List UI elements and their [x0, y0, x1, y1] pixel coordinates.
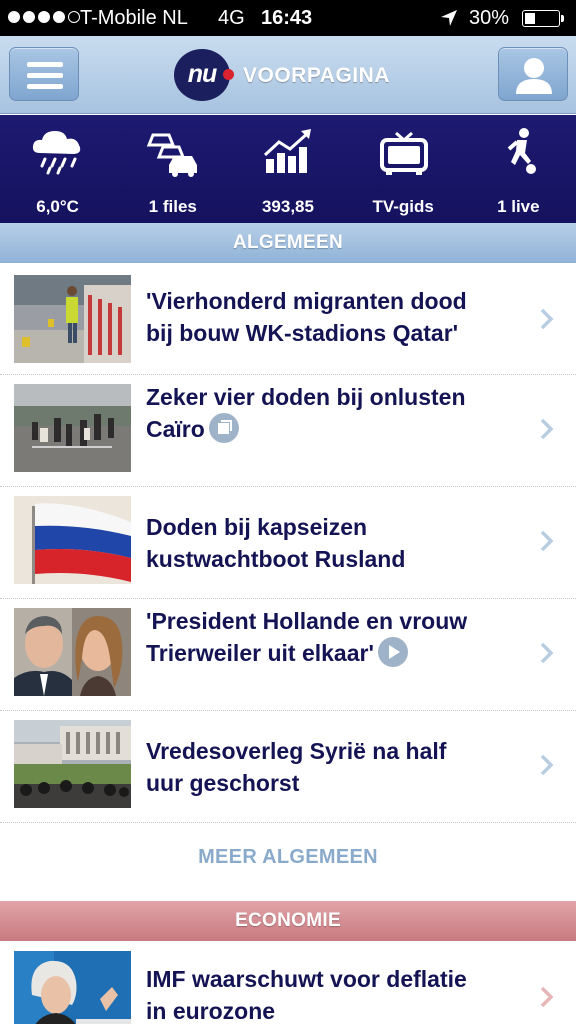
news-item[interactable]: Zeker vier doden bij onlusten Caïro — [0, 375, 576, 487]
live-sports-widget[interactable]: 1 live — [461, 115, 576, 223]
article-headline: Doden bij kapseizen kustwachtboot Ruslan… — [146, 511, 526, 575]
headline-line: 'President Hollande en vrouw — [146, 608, 468, 634]
user-icon — [516, 58, 552, 94]
chevron-right-icon — [540, 754, 554, 776]
headline-line: Caïro — [146, 416, 205, 442]
headline-line: uur geschorst — [146, 770, 300, 796]
play-icon — [377, 637, 408, 667]
nu-logo[interactable]: nu — [174, 49, 230, 101]
article-thumbnail — [14, 720, 131, 808]
battery-tip — [561, 15, 564, 22]
chevron-right-icon — [540, 418, 554, 440]
widgets-bar: 6,0°C 1 files 393,85 TV-gids 1 live — [0, 115, 576, 223]
headline-line: in eurozone — [146, 998, 276, 1024]
headline-line: bij bouw WK-stadions Qatar' — [146, 320, 459, 346]
headline-line: kustwachtboot Rusland — [146, 546, 406, 572]
headline-line: Zeker vier doden bij onlusten — [146, 384, 466, 410]
tv-guide-widget[interactable]: TV-gids — [346, 115, 461, 223]
traffic-label: 1 files — [148, 197, 197, 216]
hamburger-icon-bar — [27, 73, 63, 78]
article-thumbnail — [14, 608, 131, 696]
section-header-economie[interactable]: ECONOMIE — [0, 901, 576, 941]
article-headline: 'Vierhonderd migranten dood bij bouw WK-… — [146, 285, 526, 349]
headline-line: IMF waarschuwt voor deflatie — [146, 966, 467, 992]
headline-line: Doden bij kapseizen — [146, 514, 368, 540]
network-type: 4G — [218, 7, 245, 29]
article-thumbnail — [14, 496, 131, 584]
news-item[interactable]: 'Vierhonderd migranten dood bij bouw WK-… — [0, 263, 576, 375]
logo-red-dot — [223, 69, 234, 80]
tv-guide-label: TV-gids — [372, 197, 434, 216]
article-thumbnail — [14, 384, 131, 472]
stocks-widget[interactable]: 393,85 — [230, 115, 345, 223]
carrier-name: T-Mobile NL — [80, 7, 188, 29]
news-item[interactable]: IMF waarschuwt voor deflatie in eurozone — [0, 941, 576, 1024]
traffic-cars-icon — [146, 133, 198, 177]
live-sports-label: 1 live — [497, 197, 540, 216]
status-bar: T-Mobile NL 4G 16:43 30% — [0, 0, 576, 36]
weather-label: 6,0°C — [36, 197, 79, 216]
traffic-widget[interactable]: 1 files — [115, 115, 230, 223]
location-arrow-icon — [441, 10, 457, 26]
tv-icon — [379, 131, 428, 175]
chevron-right-icon — [540, 530, 554, 552]
section-header-algemeen[interactable]: ALGEMEEN — [0, 223, 576, 263]
app-header: nu VOORPAGINA — [0, 36, 576, 114]
article-thumbnail — [14, 951, 131, 1024]
chevron-right-icon — [540, 642, 554, 664]
stock-chart-icon — [264, 129, 312, 173]
headline-line: Trierweiler uit elkaar' — [146, 640, 374, 666]
logo-text: nu — [187, 60, 218, 88]
headline-line: 'Vierhonderd migranten dood — [146, 288, 467, 314]
page-title: VOORPAGINA — [243, 64, 390, 87]
article-headline: 'President Hollande en vrouw Trierweiler… — [146, 605, 526, 669]
article-headline: Vredesoverleg Syrië na half uur geschors… — [146, 735, 526, 799]
menu-button[interactable] — [9, 47, 79, 101]
battery-icon — [522, 10, 560, 27]
user-button[interactable] — [498, 47, 568, 101]
gallery-icon — [208, 413, 239, 443]
rain-cloud-icon — [32, 131, 81, 175]
more-algemeen-link[interactable]: MEER ALGEMEEN — [0, 846, 576, 869]
soccer-player-icon — [507, 128, 536, 174]
news-item[interactable]: Doden bij kapseizen kustwachtboot Ruslan… — [0, 487, 576, 599]
news-item[interactable]: Vredesoverleg Syrië na half uur geschors… — [0, 711, 576, 823]
battery-percentage: 30% — [469, 7, 510, 29]
clock: 16:43 — [261, 7, 313, 29]
weather-widget[interactable]: 6,0°C — [0, 115, 115, 223]
chevron-right-icon — [540, 308, 554, 330]
signal-strength-icon — [8, 11, 80, 23]
chevron-right-icon — [540, 986, 554, 1008]
stocks-label: 393,85 — [261, 197, 314, 216]
article-headline: IMF waarschuwt voor deflatie in eurozone — [146, 963, 526, 1024]
article-headline: Zeker vier doden bij onlusten Caïro — [146, 381, 526, 445]
hamburger-icon — [27, 62, 63, 67]
headline-line: Vredesoverleg Syrië na half — [146, 738, 447, 764]
article-thumbnail — [14, 275, 131, 363]
hamburger-icon-bar — [27, 84, 63, 89]
news-item[interactable]: 'President Hollande en vrouw Trierweiler… — [0, 599, 576, 711]
